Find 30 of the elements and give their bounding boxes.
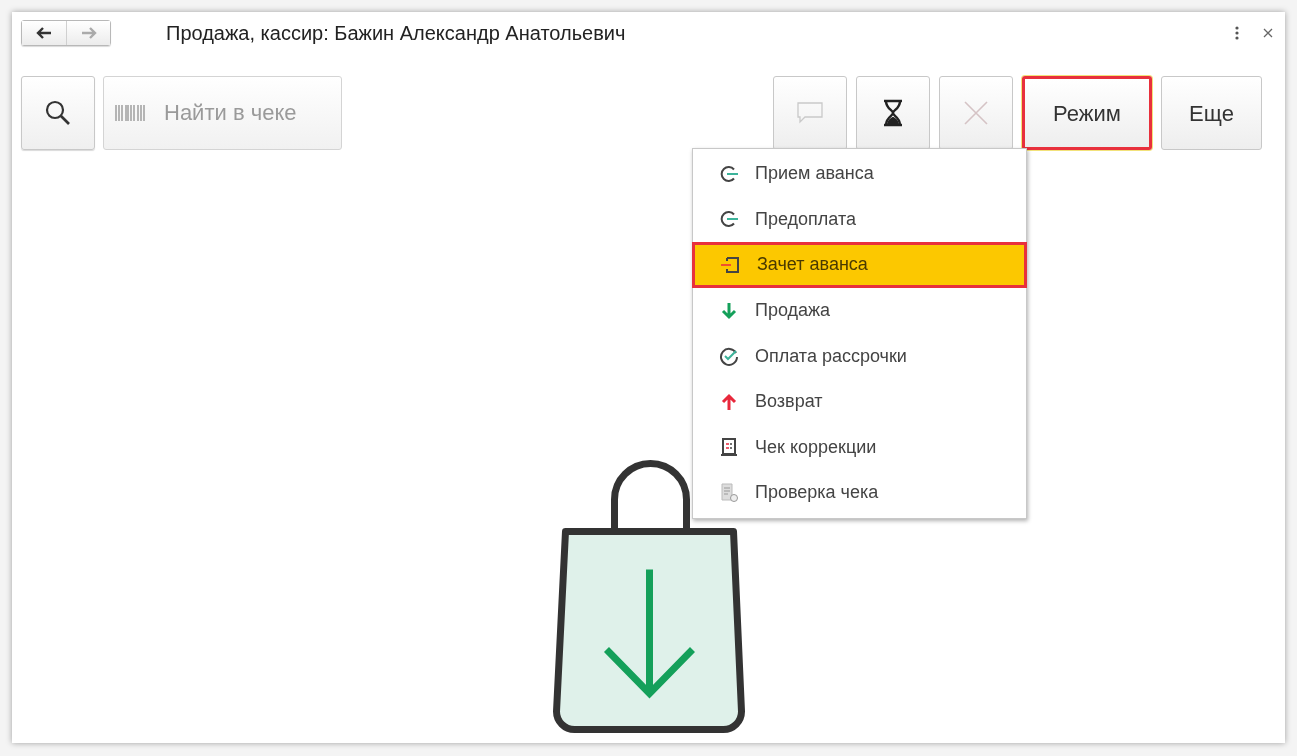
search-field[interactable]: Найти в чеке: [103, 76, 342, 150]
barcode-icon: [115, 104, 145, 122]
menu-item[interactable]: Зачет аванса: [692, 242, 1027, 288]
speech-bubble-icon: [797, 102, 823, 124]
hourglass-icon: [882, 99, 904, 127]
hourglass-button[interactable]: [856, 76, 930, 150]
right-arrow-icon: [80, 27, 97, 39]
check-circle-icon: [719, 346, 739, 367]
mode-button[interactable]: Режим: [1022, 76, 1152, 150]
close-icon[interactable]: [1263, 28, 1273, 38]
up-arrow-icon: [719, 391, 739, 412]
arrow-into-box-icon: [721, 255, 741, 275]
document-search-icon: [719, 482, 739, 503]
menu-item[interactable]: Прием аванса: [693, 151, 1026, 197]
left-arrow-icon: [36, 27, 52, 39]
menu-item[interactable]: Предоплата: [693, 196, 1026, 243]
menu-item[interactable]: Возврат: [693, 378, 1026, 425]
back-button[interactable]: [22, 21, 67, 45]
menu-item[interactable]: Чек коррекции: [693, 424, 1026, 471]
window-title: Продажа, кассир: Бажин Александр Анатольевич: [166, 21, 626, 46]
close-icon: [963, 100, 989, 126]
receipt-icon: [719, 437, 739, 458]
more-options-icon[interactable]: [1235, 26, 1239, 40]
menu-item[interactable]: Проверка чека: [693, 470, 1026, 516]
menu-item[interactable]: Оплата рассрочки: [693, 333, 1026, 379]
menu-item[interactable]: Продажа: [693, 287, 1026, 334]
search-button[interactable]: [21, 76, 95, 150]
more-button[interactable]: Еще: [1161, 76, 1262, 150]
down-arrow-icon: [719, 300, 739, 321]
search-icon: [45, 100, 71, 126]
